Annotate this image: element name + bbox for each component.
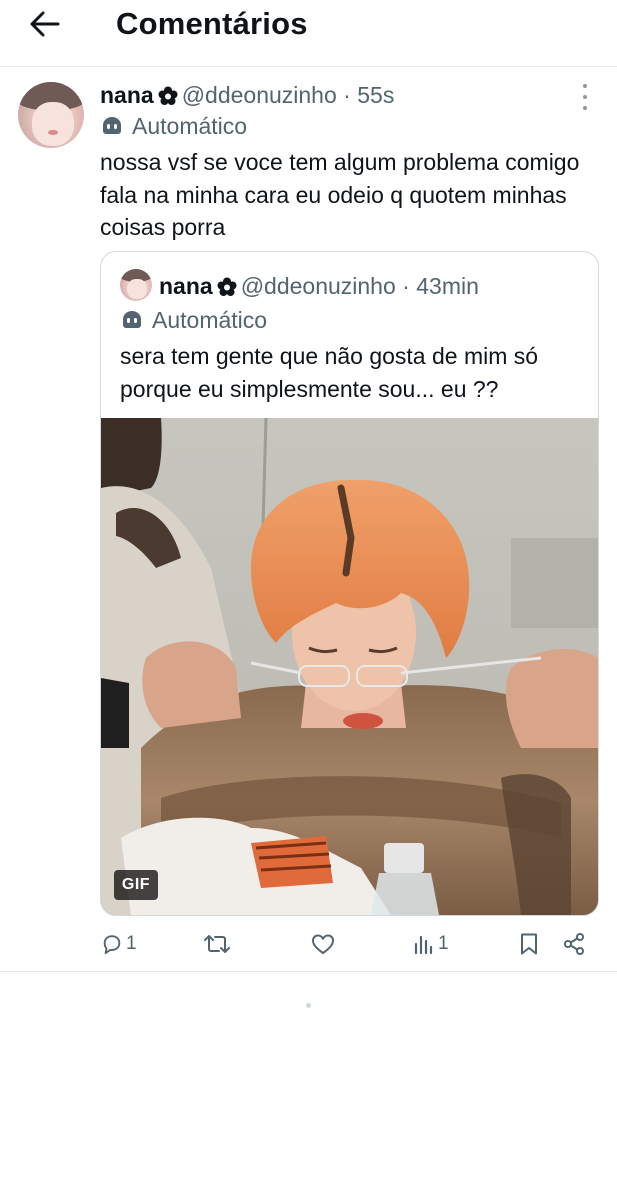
like-button[interactable] — [311, 928, 335, 960]
views-icon — [414, 935, 433, 955]
divider — [0, 971, 617, 972]
quote-meta-separator: · — [402, 273, 410, 299]
more-vertical-icon — [583, 84, 587, 88]
gif-frame-image — [101, 418, 598, 915]
bookmark-button[interactable] — [519, 928, 539, 960]
quote-author-handle: @ddeonuzinho — [240, 273, 396, 299]
top-bar: Comentários — [0, 0, 617, 67]
page-title: Comentários — [116, 6, 308, 41]
retweet-icon — [204, 935, 230, 953]
bookmark-icon — [521, 933, 537, 955]
reply-count: 1 — [126, 933, 137, 954]
quote-automated-label-text: Automático — [152, 307, 268, 333]
views-count: 1 — [438, 933, 449, 954]
reply-button[interactable]: 1 — [101, 928, 137, 960]
tweet-time[interactable]: 55s — [357, 82, 394, 108]
views-button[interactable]: 1 — [413, 928, 449, 960]
loading-indicator — [306, 1003, 311, 1008]
share-button[interactable] — [562, 928, 586, 960]
flower-icon — [217, 277, 237, 296]
avatar[interactable] — [18, 82, 84, 148]
more-options-button[interactable] — [574, 84, 596, 110]
tweet-text: nossa vsf se voce tem algum problema com… — [100, 149, 580, 240]
quote-time: 43min — [416, 273, 479, 299]
automated-label: Automático — [100, 111, 247, 141]
heart-icon — [312, 934, 334, 954]
bot-icon — [103, 117, 121, 134]
back-button[interactable] — [22, 6, 68, 42]
bot-icon — [123, 311, 141, 328]
author-handle[interactable]: @ddeonuzinho — [182, 82, 337, 108]
gif-badge[interactable]: GIF — [114, 870, 158, 900]
quote-author-name: nana — [159, 273, 213, 299]
reply-icon — [103, 935, 121, 955]
tweet-header: nana @ddeonuzinho · 55s — [100, 80, 394, 110]
flower-icon — [158, 86, 178, 105]
quote-text: sera tem gente que não gosta de mim só p… — [120, 343, 539, 402]
automated-label-text: Automático — [132, 113, 248, 139]
quoted-tweet[interactable]: nana @ddeonuzinho · 43min Automático ser… — [100, 251, 599, 916]
gif-media[interactable]: GIF — [101, 418, 598, 915]
meta-separator: · — [343, 82, 351, 108]
quote-header: nana @ddeonuzinho · 43min — [159, 270, 479, 302]
author-name[interactable]: nana — [100, 82, 154, 108]
arrow-left-icon — [30, 11, 60, 37]
quote-avatar — [120, 269, 152, 301]
share-icon — [564, 933, 584, 955]
quote-automated-label: Automático — [120, 305, 267, 335]
retweet-button[interactable] — [203, 928, 231, 960]
